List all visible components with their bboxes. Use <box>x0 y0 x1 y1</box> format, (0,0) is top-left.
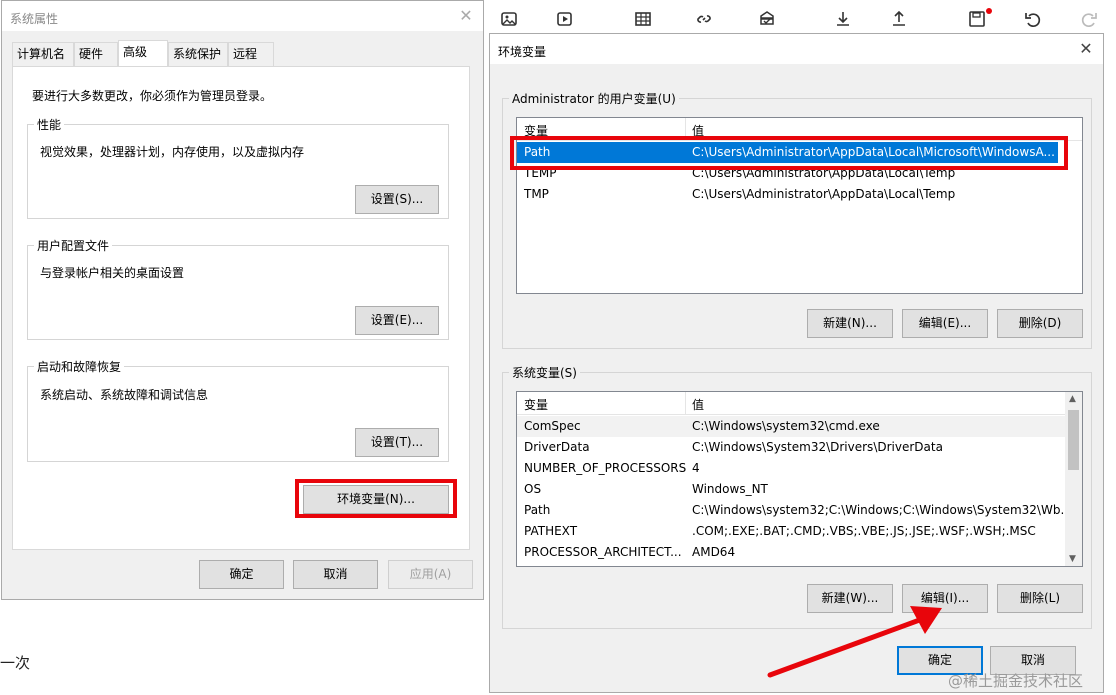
highlight-box <box>510 136 1068 170</box>
group-description: 系统启动、系统故障和调试信息 <box>40 388 209 402</box>
group-description: 与登录帐户相关的桌面设置 <box>40 266 185 280</box>
save-icon[interactable] <box>966 8 992 32</box>
performance-settings-button[interactable]: 设置(S)... <box>355 185 439 214</box>
user-delete-button[interactable]: 删除(D) <box>997 309 1083 338</box>
tab-remote[interactable]: 远程 <box>228 42 274 66</box>
group-label: 启动和故障恢复 <box>34 358 125 375</box>
group-label: 性能 <box>34 116 65 133</box>
system-delete-button[interactable]: 删除(L) <box>997 584 1083 613</box>
list-header: 变量 值 <box>517 392 1082 415</box>
upload-icon[interactable] <box>888 10 910 32</box>
startup-recovery-group: 启动和故障恢复 系统启动、系统故障和调试信息 设置(T)... <box>27 358 449 462</box>
arrow-annotation <box>767 606 942 678</box>
titlebar: 系统属性 ✕ <box>2 1 483 31</box>
group-label: Administrator 的用户变量(U) <box>509 90 679 107</box>
system-variables-list[interactable]: 变量 值 ComSpec C:\Windows\system32\cmd.exe… <box>516 391 1083 567</box>
table-row[interactable]: NUMBER_OF_PROCESSORS 4 <box>517 458 1066 479</box>
titlebar: 环境变量 ✕ <box>490 34 1103 64</box>
video-icon[interactable] <box>554 10 576 32</box>
cancel-button[interactable]: 取消 <box>293 560 378 589</box>
column-header-variable[interactable]: 变量 <box>524 396 548 413</box>
apply-button[interactable]: 应用(A) <box>388 560 473 589</box>
user-new-button[interactable]: 新建(N)... <box>807 309 893 338</box>
tab-system-protection[interactable]: 系统保护 <box>168 42 228 66</box>
undo-icon[interactable] <box>1022 10 1044 32</box>
table-row[interactable]: PROCESSOR_ARCHITECT... AMD64 <box>517 542 1066 563</box>
window-title: 系统属性 <box>10 12 59 26</box>
editor-toolbar <box>488 0 1116 36</box>
close-icon[interactable]: ✕ <box>457 7 475 25</box>
tab-hardware[interactable]: 硬件 <box>74 42 118 66</box>
group-label: 系统变量(S) <box>509 364 580 381</box>
stamp-icon[interactable] <box>756 10 778 32</box>
download-icon[interactable] <box>832 10 854 32</box>
startup-recovery-settings-button[interactable]: 设置(T)... <box>355 428 439 457</box>
watermark: @稀土掘金技术社区 <box>948 672 1084 690</box>
chevron-down-icon[interactable]: ▼ <box>1069 554 1076 564</box>
close-icon[interactable]: ✕ <box>1077 40 1095 58</box>
table-row[interactable]: OS Windows_NT <box>517 479 1066 500</box>
scrollbar-thumb[interactable] <box>1068 410 1079 470</box>
advanced-tab-panel: 要进行大多数更改，你必须作为管理员登录。 性能 视觉效果，处理器计划，内存使用，… <box>12 66 470 550</box>
table-row[interactable]: DriverData C:\Windows\System32\Drivers\D… <box>517 437 1066 458</box>
vertical-scrollbar[interactable]: ▲ ▼ <box>1065 392 1082 566</box>
admin-note: 要进行大多数更改，你必须作为管理员登录。 <box>32 89 273 103</box>
redo-icon[interactable] <box>1078 10 1100 32</box>
user-edit-button[interactable]: 编辑(E)... <box>902 309 988 338</box>
table-row[interactable]: TMP C:\Users\Administrator\AppData\Local… <box>517 184 1058 205</box>
tab-computer-name[interactable]: 计算机名 <box>12 42 74 66</box>
column-header-value[interactable]: 值 <box>692 396 704 413</box>
table-row[interactable]: PATHEXT .COM;.EXE;.BAT;.CMD;.VBS;.VBE;.J… <box>517 521 1066 542</box>
image-icon[interactable] <box>498 10 520 32</box>
chevron-up-icon[interactable]: ▲ <box>1069 394 1076 404</box>
highlight-box <box>295 479 457 518</box>
table-icon[interactable] <box>632 10 654 32</box>
ok-button[interactable]: 确定 <box>199 560 284 589</box>
table-row[interactable]: ComSpec C:\Windows\system32\cmd.exe <box>517 416 1066 437</box>
background-text: 一次 <box>0 654 31 672</box>
user-profiles-settings-button[interactable]: 设置(E)... <box>355 306 439 335</box>
link-icon[interactable] <box>693 10 715 32</box>
group-label: 用户配置文件 <box>34 237 113 254</box>
group-description: 视觉效果，处理器计划，内存使用，以及虚拟内存 <box>40 145 305 159</box>
window-title: 环境变量 <box>498 45 547 59</box>
performance-group: 性能 视觉效果，处理器计划，内存使用，以及虚拟内存 设置(S)... <box>27 116 449 219</box>
user-profiles-group: 用户配置文件 与登录帐户相关的桌面设置 设置(E)... <box>27 237 449 340</box>
table-row[interactable]: Path C:\Windows\system32;C:\Windows;C:\W… <box>517 500 1072 521</box>
tab-advanced[interactable]: 高级 <box>118 40 168 67</box>
